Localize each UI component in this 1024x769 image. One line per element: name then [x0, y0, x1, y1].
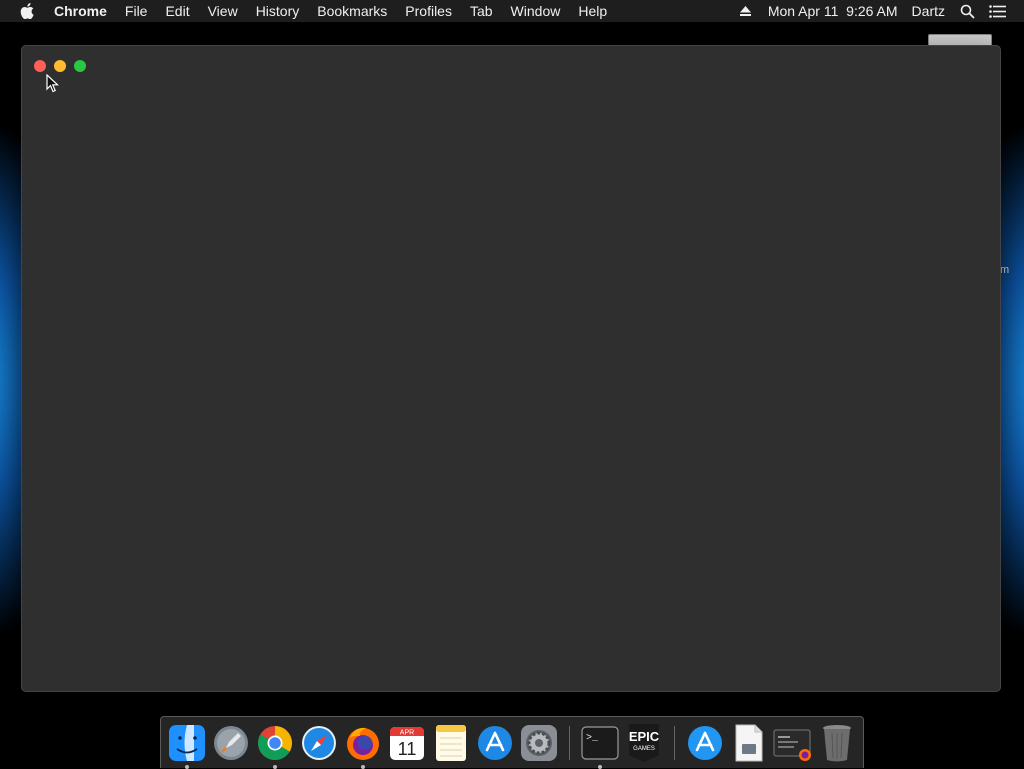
dock-item-notes[interactable]: [431, 723, 471, 763]
dock: APR 11 >_ EPIC GAMES: [160, 716, 864, 769]
launchpad-icon: [214, 725, 248, 760]
search-icon: [960, 4, 975, 19]
chrome-icon: [258, 725, 292, 760]
dock-item-epic-games[interactable]: EPIC GAMES: [624, 723, 664, 763]
close-button[interactable]: [34, 60, 46, 72]
notes-icon: [436, 724, 466, 761]
menu-status-area: Mon Apr 11 9:26 AM Dartz: [731, 0, 1024, 22]
system-preferences-icon: [521, 724, 557, 761]
menu-window[interactable]: Window: [502, 0, 570, 22]
spotlight-button[interactable]: [958, 2, 976, 20]
minimize-button[interactable]: [54, 60, 66, 72]
safari-icon: [302, 725, 336, 760]
menu-bar: Chrome File Edit View History Bookmarks …: [0, 0, 1024, 22]
notification-center-icon: [988, 4, 1006, 18]
menu-tab[interactable]: Tab: [461, 0, 502, 22]
epic-label: EPIC: [629, 729, 660, 744]
downloads-stack-icon: [773, 729, 811, 761]
dock-item-trash[interactable]: [817, 723, 857, 763]
window-controls: [34, 60, 86, 72]
eject-button[interactable]: [737, 2, 755, 20]
menu-help[interactable]: Help: [569, 0, 616, 22]
trash-icon: [823, 724, 851, 761]
menu-edit[interactable]: Edit: [156, 0, 198, 22]
dock-separator: [674, 725, 675, 760]
app-store-download-icon: [688, 725, 722, 760]
dock-item-chrome[interactable]: [255, 723, 295, 769]
menu-clock[interactable]: Mon Apr 11 9:26 AM: [761, 3, 905, 19]
firefox-icon: [347, 727, 379, 760]
menu-bookmarks[interactable]: Bookmarks: [308, 0, 396, 22]
mouse-cursor-icon: [46, 74, 60, 93]
dock-item-terminal[interactable]: >_: [580, 723, 620, 769]
apple-menu[interactable]: [20, 3, 34, 19]
dock-item-launchpad[interactable]: [211, 723, 251, 763]
menu-app-chrome[interactable]: Chrome: [54, 0, 116, 22]
dock-separator: [569, 725, 570, 760]
apple-icon: [20, 3, 34, 19]
menu-user[interactable]: Dartz: [905, 3, 952, 19]
epic-games-icon: EPIC GAMES: [629, 723, 660, 762]
zoom-button[interactable]: [74, 60, 86, 72]
dock-item-finder[interactable]: [167, 723, 207, 769]
dock-item-document[interactable]: [729, 723, 769, 763]
menu-view[interactable]: View: [199, 0, 247, 22]
chrome-window: [21, 45, 1001, 692]
calendar-month: APR: [400, 729, 414, 736]
dock-item-calendar[interactable]: APR 11: [387, 723, 427, 763]
eject-icon: [740, 6, 752, 16]
calendar-day: 11: [398, 739, 417, 759]
terminal-icon: >_: [581, 725, 619, 760]
terminal-prompt: >_: [586, 733, 599, 744]
calendar-icon: APR 11: [390, 726, 424, 760]
menu-profiles[interactable]: Profiles: [396, 0, 461, 22]
menu-file[interactable]: File: [116, 0, 157, 22]
finder-icon: [169, 724, 205, 761]
desktop-file-label: m: [1000, 264, 1010, 276]
dock-item-firefox[interactable]: [343, 723, 383, 769]
dock-item-downloads-stack[interactable]: [773, 723, 813, 763]
document-icon: [735, 724, 763, 761]
dock-item-app-store-download[interactable]: [685, 723, 725, 763]
app-store-icon: [478, 725, 512, 760]
notification-center-button[interactable]: [988, 2, 1006, 20]
dock-item-app-store[interactable]: [475, 723, 515, 763]
dock-item-safari[interactable]: [299, 723, 339, 763]
games-label: GAMES: [633, 746, 655, 752]
menu-history[interactable]: History: [247, 0, 309, 22]
dock-item-system-preferences[interactable]: [519, 723, 559, 763]
